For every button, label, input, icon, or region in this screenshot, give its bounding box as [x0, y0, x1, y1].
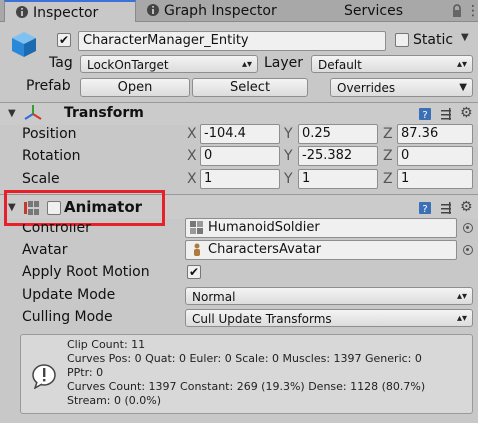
chevron-icon: ▴▾: [456, 313, 467, 324]
scale-label: Scale: [22, 171, 60, 187]
position-z-field[interactable]: 87.36: [397, 124, 473, 144]
apply-root-motion-checkbox[interactable]: ✔: [187, 265, 201, 279]
transform-axes-icon: [24, 104, 42, 122]
axis-z-label: Z: [383, 148, 393, 164]
static-dropdown-arrow-icon[interactable]: ▼: [461, 32, 469, 43]
tab-label: Inspector: [33, 5, 99, 21]
presets-icon[interactable]: [440, 200, 454, 214]
axis-z-label: Z: [383, 126, 393, 142]
rotation-x-field[interactable]: 0: [200, 146, 280, 166]
axis-y-label: Y: [284, 148, 293, 164]
animator-controller-icon: [190, 221, 203, 237]
highlight-box: [4, 190, 165, 226]
tab-bar: Inspector Graph Inspector Services ⋮: [0, 0, 478, 22]
object-picker-icon[interactable]: [463, 223, 473, 233]
controller-value: HumanoidSoldier: [208, 220, 320, 235]
overrides-dropdown[interactable]: Overrides ▼: [330, 78, 473, 97]
rotation-y-field[interactable]: -25.382: [298, 146, 378, 166]
tag-dropdown[interactable]: LockOnTarget ▴▾: [80, 55, 258, 73]
position-y-field[interactable]: 0.25: [298, 124, 378, 144]
animator-info-box: Clip Count: 11 Curves Pos: 0 Quat: 0 Eul…: [20, 334, 473, 414]
graph-icon: [147, 4, 159, 16]
tag-label: Tag: [49, 55, 73, 71]
axis-x-label: X: [187, 148, 197, 164]
transform-title: Transform: [64, 105, 144, 121]
info-line: Stream: 0 (0.0%): [67, 394, 162, 407]
presets-icon[interactable]: [440, 106, 454, 120]
scale-z-field[interactable]: 1: [397, 169, 473, 189]
axis-x-label: X: [187, 171, 197, 187]
axis-z-label: Z: [383, 171, 393, 187]
scale-y-field[interactable]: 1: [298, 169, 378, 189]
chevron-icon: ▴▾: [456, 291, 467, 302]
layer-label: Layer: [264, 55, 304, 71]
gameobject-cube-icon: [10, 30, 38, 58]
position-x-field[interactable]: -104.4: [200, 124, 280, 144]
avatar-value: CharactersAvatar: [208, 242, 322, 257]
overrides-label: Overrides: [337, 81, 396, 95]
info-line: Curves Pos: 0 Quat: 0 Euler: 0 Scale: 0 …: [67, 352, 422, 365]
axis-y-label: Y: [284, 126, 293, 142]
tab-services[interactable]: Services: [344, 0, 424, 22]
prefab-label: Prefab: [26, 78, 71, 94]
culling-mode-value: Cull Update Transforms: [192, 312, 332, 326]
select-prefab-button[interactable]: Select: [192, 78, 308, 97]
svg-text:?: ?: [422, 204, 427, 215]
info-line: PPtr: 0: [67, 366, 104, 379]
help-book-icon[interactable]: ?: [418, 106, 432, 121]
update-mode-label: Update Mode: [22, 287, 116, 303]
dropdown-arrow-icon: ▼: [459, 82, 467, 93]
object-name-field[interactable]: CharacterManager_Entity: [78, 31, 386, 51]
help-book-icon[interactable]: ?: [418, 200, 432, 215]
avatar-label: Avatar: [22, 242, 68, 258]
info-icon: [16, 6, 28, 18]
chevron-icon: ▴▾: [456, 59, 467, 70]
tag-value: LockOnTarget: [87, 58, 169, 72]
chevron-icon: ▴▾: [241, 59, 252, 70]
static-checkbox[interactable]: [395, 33, 409, 47]
info-line: Curves Count: 1397 Constant: 269 (19.3%)…: [67, 380, 426, 393]
culling-mode-dropdown[interactable]: Cull Update Transforms ▴▾: [185, 309, 473, 327]
open-prefab-button[interactable]: Open: [80, 78, 190, 97]
rotation-z-field[interactable]: 0: [397, 146, 473, 166]
gear-icon[interactable]: ⚙: [460, 105, 474, 121]
static-label: Static: [413, 32, 454, 48]
layer-dropdown[interactable]: Default ▴▾: [311, 55, 473, 73]
object-picker-icon[interactable]: [463, 245, 473, 255]
layer-value: Default: [318, 58, 362, 72]
controller-field[interactable]: HumanoidSoldier: [185, 218, 457, 238]
foldout-arrow-icon[interactable]: ▼: [8, 108, 16, 119]
culling-mode-label: Culling Mode: [22, 309, 113, 325]
svg-text:?: ?: [422, 110, 427, 121]
scale-x-field[interactable]: 1: [200, 169, 280, 189]
update-mode-value: Normal: [192, 290, 236, 304]
lock-icon[interactable]: [452, 3, 462, 17]
info-icon: [31, 363, 57, 390]
info-line: Clip Count: 11: [67, 338, 146, 351]
tab-menu-icon[interactable]: ⋮: [466, 3, 478, 19]
position-label: Position: [22, 126, 77, 142]
avatar-field[interactable]: CharactersAvatar: [185, 240, 457, 260]
update-mode-dropdown[interactable]: Normal ▴▾: [185, 287, 473, 305]
tab-graph-inspector[interactable]: Graph Inspector: [146, 0, 316, 22]
avatar-figure-icon: [192, 243, 202, 259]
info-text: Clip Count: 11 Curves Pos: 0 Quat: 0 Eul…: [67, 338, 425, 408]
axis-x-label: X: [187, 126, 197, 142]
axis-y-label: Y: [284, 171, 293, 187]
active-checkbox[interactable]: ✔: [57, 33, 71, 47]
apply-root-motion-label: Apply Root Motion: [22, 264, 150, 280]
gear-icon[interactable]: ⚙: [460, 199, 474, 215]
rotation-label: Rotation: [22, 148, 81, 164]
tab-inspector[interactable]: Inspector: [4, 0, 136, 22]
tab-label: Graph Inspector: [164, 3, 277, 19]
tab-label: Services: [344, 3, 404, 19]
